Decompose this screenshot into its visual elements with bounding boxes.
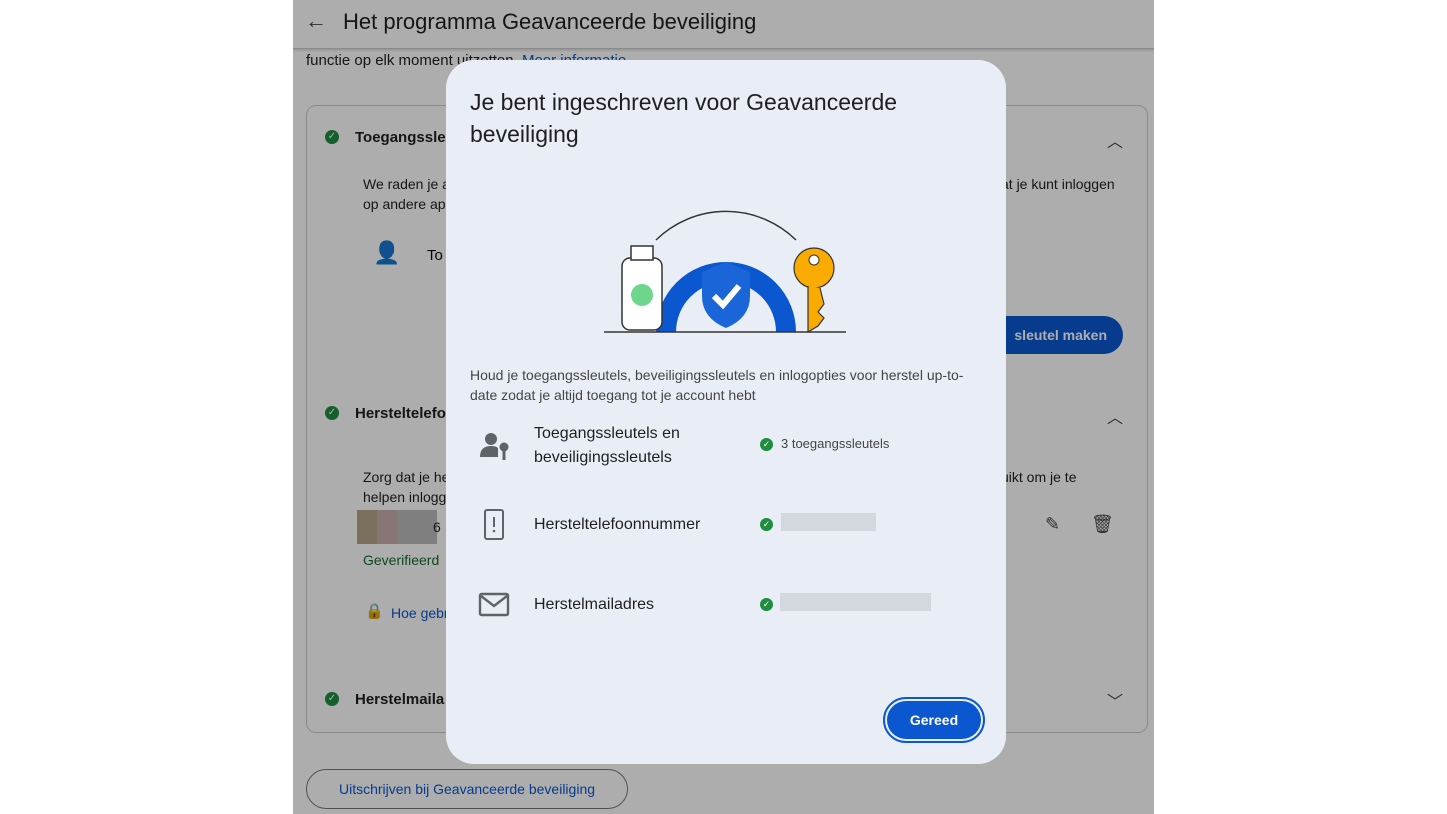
done-button-label: Gereed: [887, 701, 981, 739]
enrolled-dialog: Je bent ingeschreven voor Geavanceerde b…: [446, 60, 1006, 764]
redacted-phone: [781, 513, 876, 531]
dialog-description: Houd je toegangssleutels, beveiligingssl…: [470, 367, 964, 403]
row-label-email: Herstelmailadres: [534, 596, 655, 613]
check-icon: ✓: [760, 438, 773, 451]
dialog-title: Je bent ingeschreven voor Geavanceerde b…: [470, 89, 898, 147]
row-label-passkeys: Toegangssleutels en beveiligingssleutels: [534, 425, 680, 466]
check-icon: ✓: [760, 518, 773, 531]
done-button[interactable]: Gereed: [883, 697, 985, 743]
security-illustration: [604, 210, 846, 334]
passkey-icon: [480, 433, 509, 460]
row-label-phone: Hersteltelefoonnummer: [534, 516, 701, 533]
check-icon: ✓: [760, 598, 773, 611]
passkey-count: 3 toegangssleutels: [781, 436, 890, 451]
phone-icon: [484, 509, 504, 540]
redacted-email: [780, 593, 931, 611]
mail-icon: [478, 592, 510, 617]
